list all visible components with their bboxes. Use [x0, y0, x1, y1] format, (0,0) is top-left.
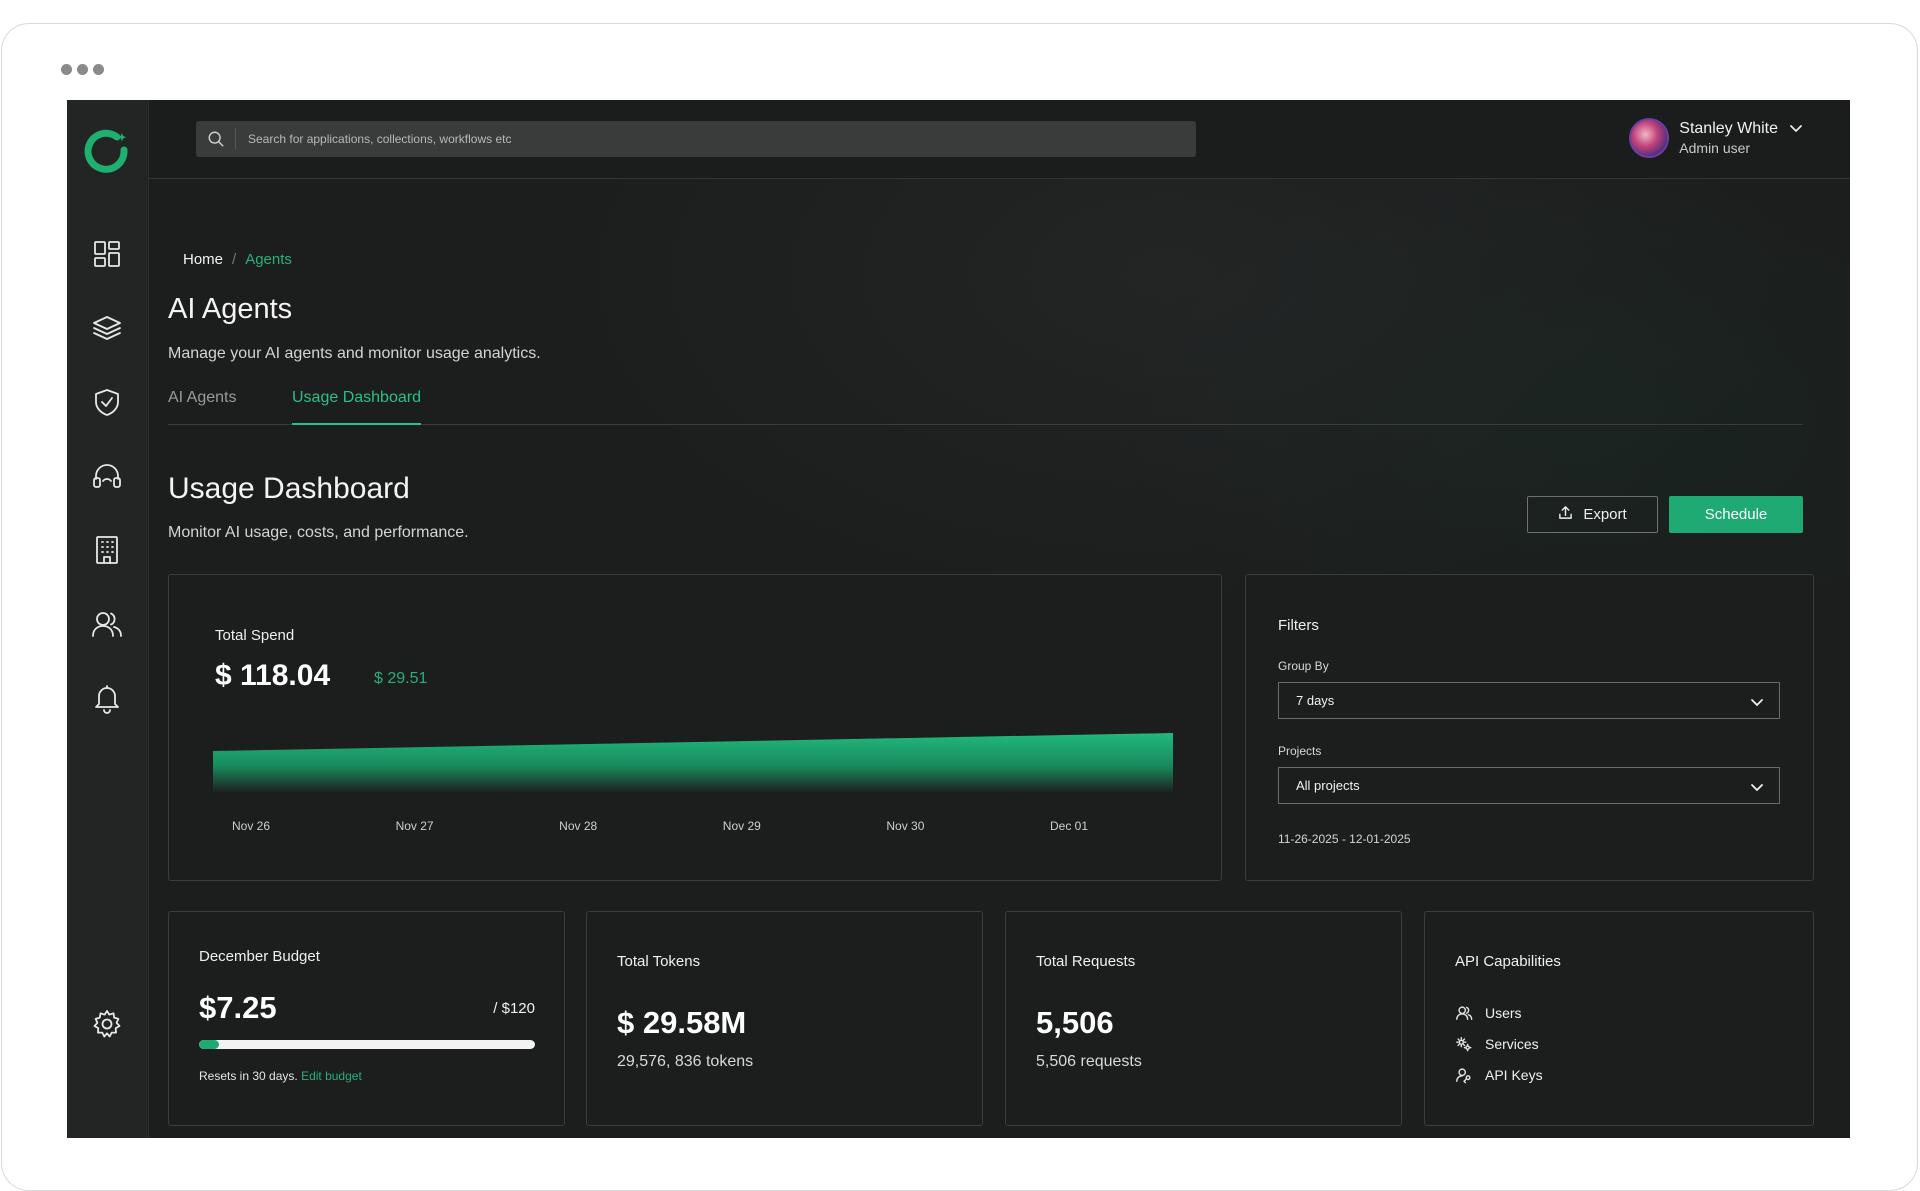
- api-capabilities-card: API Capabilities Users Services API Keys: [1424, 911, 1814, 1126]
- user-role: Admin user: [1679, 140, 1751, 156]
- schedule-button[interactable]: Schedule: [1669, 496, 1803, 533]
- user-name: Stanley White: [1679, 120, 1778, 137]
- search-input[interactable]: [236, 132, 1196, 146]
- total-spend-value: $ 118.04: [215, 659, 331, 692]
- total-requests-card: Total Requests 5,506 5,506 requests: [1005, 911, 1402, 1126]
- main-content: Home / Agents AI Agents Manage your AI a…: [149, 179, 1850, 1138]
- breadcrumb: Home / Agents: [183, 251, 292, 268]
- users-icon: [1456, 1006, 1473, 1021]
- gears-icon: [1456, 1036, 1472, 1052]
- export-label: Export: [1583, 506, 1627, 523]
- chevron-down-icon: [1749, 694, 1765, 713]
- edit-budget-link[interactable]: Edit budget: [301, 1069, 362, 1083]
- upload-icon: [1558, 505, 1573, 524]
- app-window: Stanley White Admin user Home / Agents A…: [67, 100, 1850, 1138]
- dashboard-subtitle: Monitor AI usage, costs, and performance…: [168, 524, 469, 541]
- sidebar: [67, 100, 149, 1138]
- total-tokens-label: Total Tokens: [617, 953, 701, 970]
- total-spend-label: Total Spend: [215, 627, 295, 644]
- total-tokens-sub: 29,576, 836 tokens: [617, 1053, 754, 1070]
- total-spend-card: Total Spend $ 118.04 $ 29.51 Nov 26 Nov 2…: [168, 574, 1222, 881]
- api-key-icon: [1456, 1068, 1471, 1084]
- search-icon: [196, 128, 236, 150]
- window-controls[interactable]: [61, 64, 104, 75]
- budget-label: December Budget: [199, 948, 320, 965]
- x-tick-label: Nov 28: [559, 819, 598, 833]
- reset-label: Resets in 30 days.: [199, 1069, 298, 1083]
- building-icon[interactable]: [89, 532, 125, 568]
- avatar[interactable]: [1629, 118, 1670, 158]
- projects-value: All projects: [1296, 778, 1360, 793]
- logo-icon[interactable]: [83, 128, 131, 176]
- group-by-value: 7 days: [1296, 693, 1335, 708]
- bell-icon[interactable]: [89, 680, 125, 716]
- window-dot-icon[interactable]: [93, 64, 104, 75]
- x-tick-label: Nov 30: [886, 819, 925, 833]
- breadcrumb-separator: /: [232, 251, 237, 268]
- total-requests-value: 5,506: [1036, 1005, 1114, 1040]
- spend-area-chart: [213, 733, 1173, 793]
- budget-progress-fill: [199, 1040, 220, 1049]
- breadcrumb-home[interactable]: Home: [183, 251, 223, 268]
- total-requests-label: Total Requests: [1036, 953, 1136, 970]
- capability-api-keys[interactable]: API Keys: [1455, 1066, 1543, 1084]
- layers-icon[interactable]: [89, 310, 125, 346]
- search-bar[interactable]: [196, 121, 1196, 157]
- tab-ai-agents[interactable]: AI Agents: [168, 389, 237, 425]
- capability-label: Users: [1485, 1005, 1522, 1021]
- chevron-down-icon[interactable]: [1788, 120, 1804, 141]
- topbar: Stanley White Admin user: [149, 100, 1850, 179]
- date-range: 11-26-2025 - 12-01-2025: [1278, 832, 1411, 846]
- page-title: AI Agents: [168, 293, 293, 325]
- dashboard-icon[interactable]: [89, 236, 125, 272]
- spend-delta: $ 29.51: [374, 670, 428, 687]
- capability-label: API Keys: [1485, 1067, 1543, 1083]
- filters-card: Filters Group By 7 days Projects All pro…: [1245, 574, 1814, 881]
- breadcrumb-current[interactable]: Agents: [245, 251, 292, 268]
- group-by-label: Group By: [1278, 659, 1329, 673]
- projects-select[interactable]: All projects: [1278, 767, 1780, 804]
- api-capabilities-label: API Capabilities: [1455, 953, 1561, 970]
- spend-area: [213, 733, 1173, 793]
- headset-icon[interactable]: [89, 458, 125, 494]
- capability-users[interactable]: Users: [1455, 1004, 1522, 1022]
- budget-card: December Budget $7.25 / $120 Resets in 3…: [168, 911, 565, 1126]
- budget-max: / $120: [493, 1000, 535, 1017]
- filters-title: Filters: [1278, 617, 1319, 634]
- dashboard-title: Usage Dashboard: [168, 472, 410, 505]
- capability-services[interactable]: Services: [1455, 1035, 1539, 1053]
- page-subtitle: Manage your AI agents and monitor usage …: [168, 345, 541, 362]
- budget-reset-text: Resets in 30 days. Edit budget: [199, 1069, 362, 1083]
- shield-check-icon[interactable]: [89, 384, 125, 420]
- total-requests-sub: 5,506 requests: [1036, 1053, 1142, 1070]
- tab-usage-dashboard[interactable]: Usage Dashboard: [292, 389, 421, 425]
- export-button[interactable]: Export: [1527, 496, 1658, 533]
- total-tokens-value: $ 29.58M: [617, 1005, 747, 1040]
- user-menu[interactable]: Stanley White Admin user: [1629, 118, 1804, 158]
- total-tokens-card: Total Tokens $ 29.58M 29,576, 836 tokens: [586, 911, 983, 1126]
- x-tick-label: Nov 29: [722, 819, 761, 833]
- settings-icon[interactable]: [89, 1006, 125, 1042]
- window-dot-icon[interactable]: [77, 64, 88, 75]
- tab-bar: AI Agents Usage Dashboard: [168, 389, 1803, 425]
- x-tick-label: Dec 01: [1049, 819, 1089, 833]
- users-icon[interactable]: [89, 606, 125, 642]
- x-tick-label: Nov 27: [395, 819, 434, 833]
- group-by-select[interactable]: 7 days: [1278, 682, 1780, 719]
- budget-progress-bar: [199, 1040, 535, 1049]
- projects-label: Projects: [1278, 744, 1322, 758]
- capability-label: Services: [1485, 1036, 1539, 1052]
- x-tick-label: Nov 26: [231, 819, 271, 833]
- budget-value: $7.25: [199, 990, 277, 1025]
- window-dot-icon[interactable]: [61, 64, 72, 75]
- chevron-down-icon: [1749, 779, 1765, 798]
